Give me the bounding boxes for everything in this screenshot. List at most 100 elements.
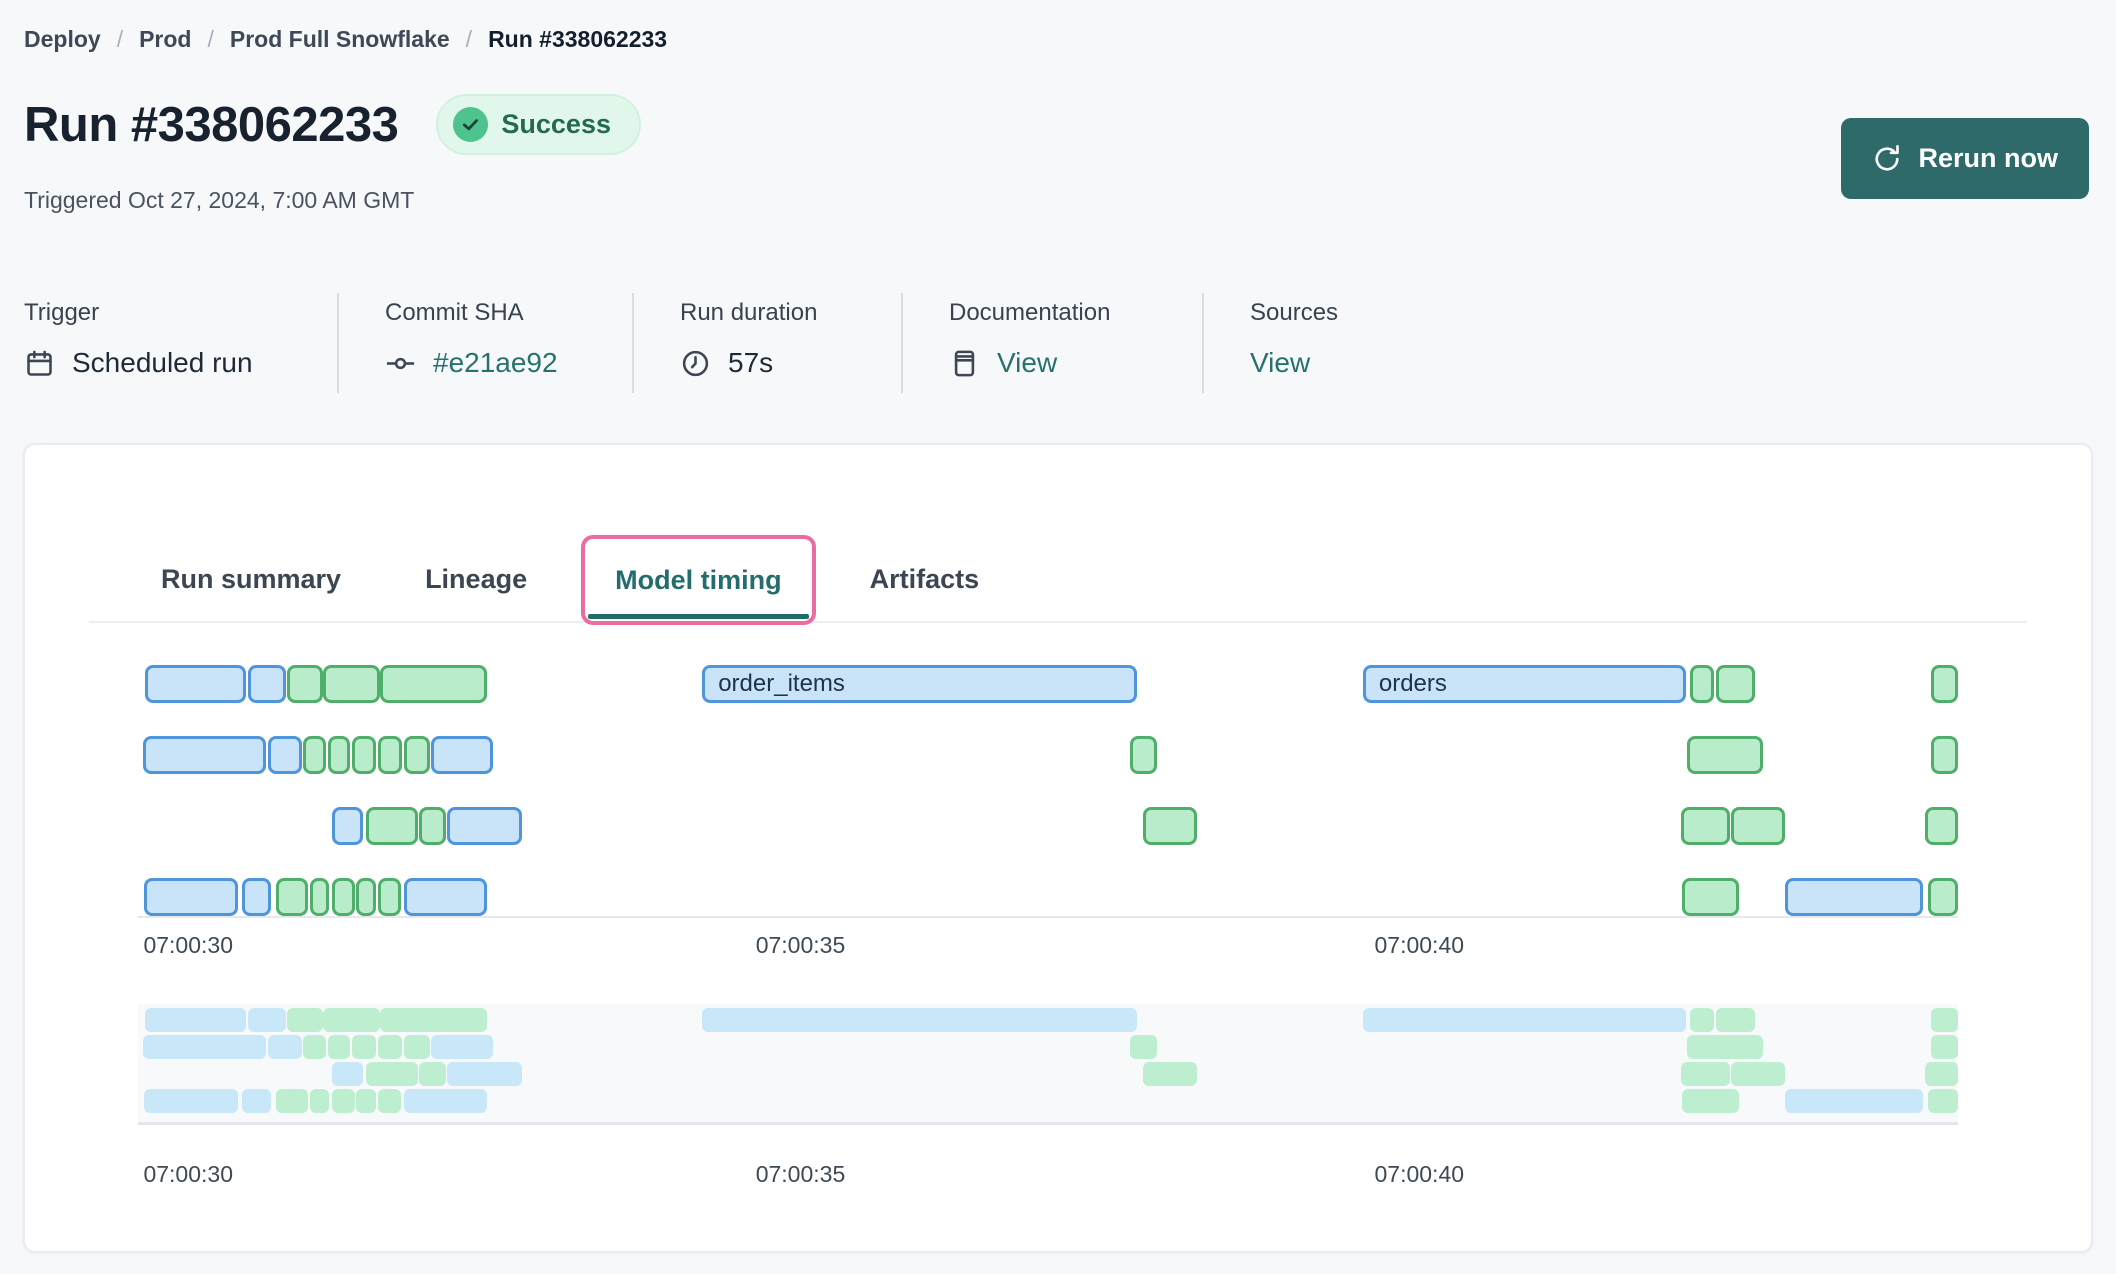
minimap-bar bbox=[1730, 1062, 1786, 1086]
minimap-bar bbox=[302, 1035, 327, 1059]
model-timing-minimap bbox=[138, 1004, 1958, 1125]
minimap-bar bbox=[431, 1035, 493, 1059]
model-bar[interactable] bbox=[144, 878, 238, 916]
model-bar[interactable] bbox=[309, 878, 330, 916]
model-bar[interactable] bbox=[1129, 736, 1158, 774]
model-bar[interactable] bbox=[1930, 665, 1958, 703]
model-bar[interactable] bbox=[287, 665, 323, 703]
model-bar[interactable] bbox=[378, 736, 402, 774]
minimap-bar bbox=[328, 1035, 351, 1059]
meta-value-trigger: Scheduled run bbox=[24, 347, 291, 379]
model-bar[interactable] bbox=[323, 665, 380, 703]
minimap-bar bbox=[702, 1008, 1138, 1032]
minimap-bar bbox=[144, 1008, 246, 1032]
meta-label: Trigger bbox=[24, 299, 100, 326]
tab-run-summary[interactable]: Run summary bbox=[131, 537, 371, 621]
model-bar[interactable] bbox=[356, 878, 376, 916]
minimap-bar bbox=[1686, 1035, 1764, 1059]
model-bar[interactable] bbox=[1686, 736, 1764, 774]
tab-lineage[interactable]: Lineage bbox=[395, 537, 557, 621]
minimap-bar bbox=[309, 1089, 330, 1113]
status-badge-label: Success bbox=[501, 109, 611, 139]
breadcrumb: Deploy / Prod / Prod Full Snowflake / Run #338… bbox=[24, 26, 667, 53]
model-bar[interactable] bbox=[365, 807, 419, 845]
breadcrumb-separator: / bbox=[465, 26, 473, 52]
breadcrumb-item-prod[interactable]: Prod bbox=[139, 26, 191, 53]
model-bar[interactable] bbox=[431, 736, 493, 774]
meta-value-sources[interactable]: View bbox=[1250, 347, 1338, 379]
model-bar[interactable] bbox=[403, 736, 431, 774]
minimap-bar bbox=[1681, 1062, 1730, 1086]
model-bar[interactable] bbox=[447, 807, 522, 845]
model-bar[interactable] bbox=[1925, 807, 1958, 845]
model-bar-label: order_items bbox=[718, 670, 845, 697]
minimap-bar bbox=[323, 1008, 380, 1032]
model-bar[interactable] bbox=[419, 807, 447, 845]
rerun-now-label: Rerun now bbox=[1918, 143, 2059, 173]
breadcrumb-item-prod-full-snowflake[interactable]: Prod Full Snowflake bbox=[230, 26, 450, 53]
tab-strip: Run summary Lineage Model timing Artifacts bbox=[89, 535, 2027, 625]
minimap-bar bbox=[268, 1035, 302, 1059]
run-detail-card: Run summary Lineage Model timing Artifacts … bbox=[23, 443, 2093, 1253]
minimap-bar bbox=[144, 1089, 238, 1113]
model-bar-order-items[interactable]: order_items bbox=[702, 665, 1138, 703]
model-bar[interactable] bbox=[1690, 665, 1715, 703]
meta-value-documentation[interactable]: View bbox=[949, 347, 1156, 379]
model-bar[interactable] bbox=[378, 878, 401, 916]
minimap-bar bbox=[1715, 1008, 1756, 1032]
model-bar[interactable] bbox=[331, 807, 363, 845]
run-meta-row: Trigger Scheduled run Commit SHA #e21ae92 Ru… bbox=[24, 293, 1384, 393]
minimap-axis-tick-07-00-40: 07:00:40 bbox=[1374, 1161, 1465, 1187]
status-badge: Success bbox=[436, 94, 641, 155]
meta-value-text: #e21ae92 bbox=[433, 347, 558, 378]
model-bar[interactable] bbox=[143, 736, 267, 774]
model-bar[interactable] bbox=[1715, 665, 1756, 703]
model-bar[interactable] bbox=[276, 878, 309, 916]
model-bar[interactable] bbox=[1930, 736, 1958, 774]
tab-model-timing[interactable]: Model timing bbox=[581, 535, 816, 625]
model-bar[interactable] bbox=[351, 736, 376, 774]
meta-value-text: 57s bbox=[728, 347, 774, 378]
tab-artifacts[interactable]: Artifacts bbox=[840, 537, 1010, 621]
minimap-bar bbox=[419, 1062, 447, 1086]
model-bar[interactable] bbox=[302, 736, 327, 774]
model-bar[interactable] bbox=[1785, 878, 1924, 916]
model-bar[interactable] bbox=[1730, 807, 1786, 845]
meta-commit-sha: Commit SHA #e21ae92 bbox=[337, 293, 632, 393]
meta-sources: Sources View bbox=[1202, 293, 1384, 393]
model-bar[interactable] bbox=[380, 665, 488, 703]
meta-value-text: View bbox=[1250, 347, 1311, 378]
model-timing-chart: order_items orders bbox=[138, 665, 1958, 916]
model-bar[interactable] bbox=[1681, 807, 1730, 845]
minimap-bar bbox=[331, 1062, 363, 1086]
model-bar[interactable] bbox=[1142, 807, 1198, 845]
minimap-row-2 bbox=[138, 1035, 1958, 1059]
model-bar[interactable] bbox=[331, 878, 355, 916]
minimap-bar bbox=[403, 1089, 488, 1113]
minimap-bar bbox=[1690, 1008, 1715, 1032]
model-bar[interactable] bbox=[144, 665, 246, 703]
minimap-bar bbox=[380, 1008, 488, 1032]
minimap-bar bbox=[331, 1089, 355, 1113]
axis-tick-07-00-30: 07:00:30 bbox=[143, 932, 233, 958]
rerun-now-button[interactable]: Rerun now bbox=[1840, 118, 2089, 199]
model-bar[interactable] bbox=[1927, 878, 1958, 916]
document-icon bbox=[949, 348, 980, 379]
model-bar-orders[interactable]: orders bbox=[1362, 665, 1686, 703]
meta-value-commit-sha[interactable]: #e21ae92 bbox=[385, 347, 586, 379]
minimap-row-4 bbox=[138, 1089, 1958, 1113]
meta-value-text: View bbox=[997, 347, 1058, 378]
meta-run-duration: Run duration 57s bbox=[632, 293, 901, 393]
model-bar[interactable] bbox=[328, 736, 351, 774]
meta-label: Commit SHA bbox=[385, 299, 524, 326]
model-bar[interactable] bbox=[403, 878, 488, 916]
triggered-timestamp: Triggered Oct 27, 2024, 7:00 AM GMT bbox=[24, 187, 415, 213]
model-bar[interactable] bbox=[1682, 878, 1739, 916]
header-title-row: Run #338062233 Success bbox=[24, 94, 641, 155]
model-bar[interactable] bbox=[268, 736, 302, 774]
minimap-bar bbox=[143, 1035, 267, 1059]
breadcrumb-item-deploy[interactable]: Deploy bbox=[24, 26, 101, 53]
meta-label: Sources bbox=[1250, 299, 1339, 326]
model-bar[interactable] bbox=[241, 878, 271, 916]
model-bar[interactable] bbox=[248, 665, 287, 703]
